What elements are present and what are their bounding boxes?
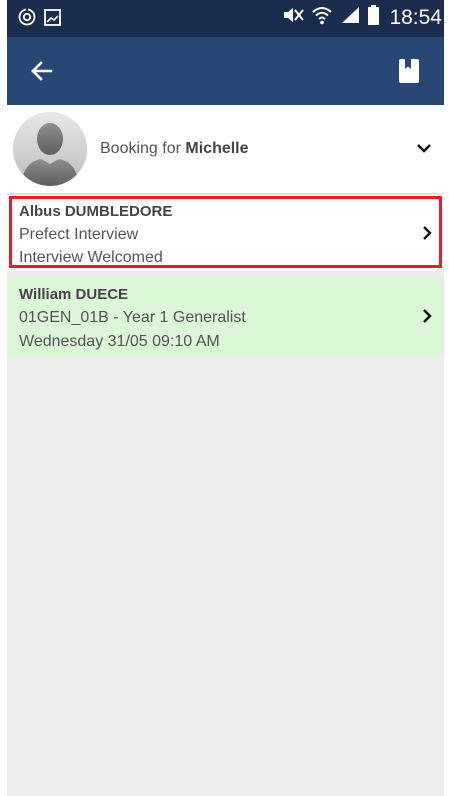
avatar xyxy=(13,112,87,186)
status-bar-left xyxy=(18,8,69,31)
app-bar xyxy=(7,37,444,105)
booking-prefix: Booking for xyxy=(100,140,181,157)
mute-icon xyxy=(282,6,305,29)
bookmark-button[interactable] xyxy=(396,57,422,85)
status-time: 18:54 xyxy=(389,5,442,29)
appointment-person: William DUECE xyxy=(19,286,129,303)
status-bar: 18:54 xyxy=(7,0,444,37)
appointment-datetime: Wednesday 31/05 09:10 AM xyxy=(19,333,220,350)
appointment-person: Albus DUMBLEDORE xyxy=(19,203,173,220)
arrow-left-icon xyxy=(31,61,53,81)
sync-icon xyxy=(18,8,36,31)
signal-icon xyxy=(340,6,360,29)
battery-icon xyxy=(368,5,380,30)
status-bar-right: 18:54 xyxy=(282,5,442,30)
person-placeholder-icon xyxy=(13,112,87,186)
appointment-item-dumbledore[interactable]: Albus DUMBLEDORE Prefect Interview Inter… xyxy=(7,195,444,271)
app-screen: 18:54 Booking for Michelle Albus DUMBLED… xyxy=(7,0,444,796)
back-button[interactable] xyxy=(28,57,56,85)
appointment-class: 01GEN_01B - Year 1 Generalist xyxy=(19,309,246,326)
appointment-status: Interview Welcomed xyxy=(19,249,163,266)
chevron-down-icon xyxy=(417,144,431,153)
booking-for-label: Booking for Michelle xyxy=(100,140,249,158)
appointment-item-duece[interactable]: William DUECE 01GEN_01B - Year 1 General… xyxy=(7,277,444,357)
image-icon xyxy=(44,8,61,31)
chevron-right-icon xyxy=(423,309,432,323)
appointment-type: Prefect Interview xyxy=(19,226,139,243)
booking-person-name: Michelle xyxy=(185,140,249,157)
booking-for-selector[interactable]: Booking for Michelle xyxy=(7,105,444,194)
wifi-icon xyxy=(312,5,333,30)
bookmark-icon xyxy=(399,59,419,83)
chevron-right-icon xyxy=(423,226,432,240)
